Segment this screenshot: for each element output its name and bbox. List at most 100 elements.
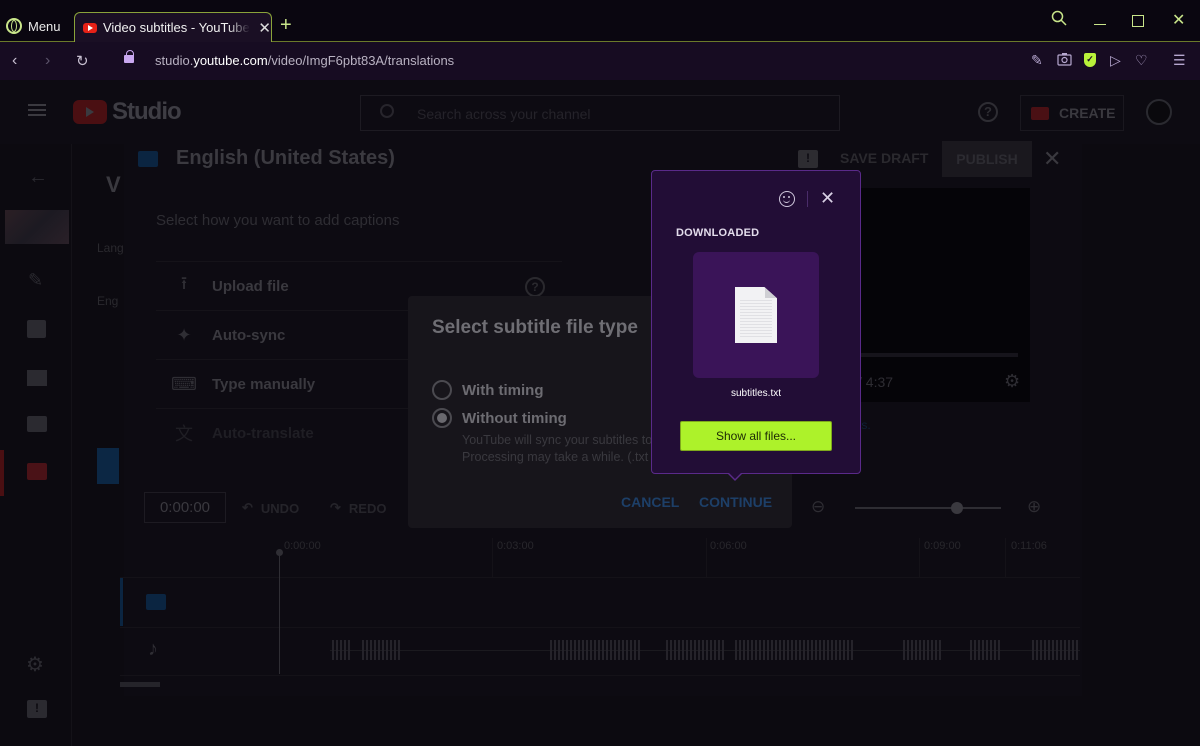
radio-with-timing[interactable] bbox=[432, 380, 452, 400]
back-arrow-icon[interactable]: ← bbox=[28, 166, 48, 189]
timeline-scrollbar[interactable] bbox=[120, 682, 160, 687]
music-note-icon: ♪ bbox=[148, 638, 158, 660]
redo-button[interactable]: ↷ REDO bbox=[330, 500, 386, 516]
timeline-zoom-slider[interactable] bbox=[855, 507, 1001, 509]
option-label: Type manually bbox=[212, 375, 316, 393]
timeline-playhead[interactable] bbox=[279, 550, 280, 674]
reload-icon[interactable]: ↻ bbox=[76, 52, 89, 70]
show-all-files-button[interactable]: Show all files... bbox=[680, 421, 832, 451]
timeline-tick: 0:00:00 bbox=[284, 540, 321, 552]
edit-details-icon[interactable]: ✎ bbox=[28, 270, 43, 291]
audio-waveform bbox=[666, 640, 726, 660]
settings-icon[interactable]: ⚙ bbox=[26, 652, 44, 677]
upload-help-icon[interactable]: ? bbox=[525, 277, 545, 297]
subtitles-nav-icon[interactable] bbox=[27, 463, 47, 480]
page-title-partial: V bbox=[106, 172, 121, 197]
account-avatar[interactable] bbox=[1146, 99, 1172, 125]
audio-track-divider bbox=[120, 627, 1080, 628]
zoom-in-icon[interactable]: ⊕ bbox=[1027, 497, 1041, 517]
opera-menu-button[interactable]: Menu bbox=[6, 14, 61, 38]
redo-icon: ↷ bbox=[330, 500, 341, 515]
heart-icon[interactable]: ♡ bbox=[1135, 52, 1148, 69]
downloaded-heading: DOWNLOADED bbox=[676, 227, 760, 239]
audio-waveform bbox=[550, 640, 642, 660]
search-placeholder: Search across your channel bbox=[417, 106, 591, 122]
active-nav-indicator bbox=[0, 450, 4, 496]
youtube-logo-icon[interactable] bbox=[73, 100, 107, 124]
save-draft-button[interactable]: SAVE DRAFT bbox=[840, 150, 928, 166]
hamburger-menu-icon[interactable] bbox=[28, 104, 46, 116]
option-label: Upload file bbox=[212, 277, 289, 295]
minimize-icon[interactable] bbox=[1094, 24, 1106, 25]
tab-title: Video subtitles - YouTube Studio bbox=[102, 20, 250, 35]
radio-label[interactable]: With timing bbox=[462, 382, 544, 399]
window-close-icon[interactable]: ✕ bbox=[1172, 10, 1185, 30]
screen: Menu Video subtitles - YouTube Studio ✕ … bbox=[0, 0, 1200, 746]
caption-track-icon bbox=[146, 594, 166, 610]
browser-tab-active[interactable]: Video subtitles - YouTube Studio ✕ bbox=[74, 12, 272, 42]
radio-label[interactable]: Without timing bbox=[462, 410, 567, 427]
forward-icon[interactable]: › bbox=[45, 52, 50, 70]
new-tab-button[interactable]: + bbox=[280, 14, 292, 37]
preview-duration: / 4:37 bbox=[858, 374, 894, 390]
audio-waveform bbox=[1032, 640, 1080, 660]
preview-progress-bar[interactable] bbox=[856, 353, 1018, 357]
timecode-input[interactable]: 0:00:00 bbox=[144, 492, 226, 523]
audio-waveform bbox=[735, 640, 855, 660]
camera-icon[interactable] bbox=[1057, 52, 1072, 69]
option-label: Auto-translate bbox=[212, 424, 314, 442]
tab-close-icon[interactable]: ✕ bbox=[258, 19, 271, 37]
tick-line bbox=[919, 538, 920, 578]
create-label: CREATE bbox=[1059, 105, 1116, 121]
dialog-description: YouTube will sync your subtitles to Proc… bbox=[462, 432, 652, 466]
easy-setup-icon[interactable]: ☰ bbox=[1173, 52, 1186, 69]
preview-settings-icon[interactable]: ⚙ bbox=[1004, 371, 1020, 392]
vpn-shield-icon[interactable]: ✓ bbox=[1084, 53, 1096, 67]
analytics-icon[interactable] bbox=[27, 320, 46, 338]
youtube-favicon-icon bbox=[83, 22, 97, 33]
video-thumbnail[interactable] bbox=[5, 210, 69, 244]
keyboard-icon: ⌨ bbox=[171, 373, 197, 394]
playhead-handle[interactable] bbox=[276, 549, 283, 556]
undo-label: UNDO bbox=[260, 500, 300, 516]
video-preview[interactable] bbox=[836, 188, 1030, 402]
lock-icon bbox=[124, 50, 134, 63]
create-button[interactable]: CREATE bbox=[1020, 95, 1124, 131]
captions-icon bbox=[138, 151, 158, 167]
send-feedback-icon[interactable]: ! bbox=[27, 700, 47, 718]
url-field[interactable]: studio.youtube.com/video/ImgF6pbt83A/tra… bbox=[155, 53, 454, 68]
smiley-feedback-icon[interactable] bbox=[779, 191, 795, 207]
translate-icon: 文 bbox=[175, 424, 193, 444]
tick-line bbox=[1005, 538, 1006, 578]
caption-method-instruction: Select how you want to add captions bbox=[156, 212, 400, 229]
language-row[interactable]: Eng bbox=[97, 294, 118, 308]
zoom-out-icon[interactable]: ⊖ bbox=[811, 497, 825, 517]
radio-without-timing[interactable] bbox=[432, 408, 452, 428]
send-icon[interactable]: ▷ bbox=[1110, 52, 1121, 69]
back-icon[interactable]: ‹ bbox=[12, 52, 17, 70]
undo-icon: ↶ bbox=[242, 500, 253, 515]
timeline-bottom-divider bbox=[120, 675, 1080, 676]
popup-arrow-inner bbox=[728, 472, 742, 479]
add-language-button[interactable] bbox=[97, 448, 119, 484]
editor-clapper-icon[interactable] bbox=[27, 370, 47, 386]
snap-edit-icon[interactable]: ✎ bbox=[1031, 52, 1043, 69]
feedback-icon[interactable]: ! bbox=[798, 150, 818, 168]
help-icon[interactable]: ? bbox=[978, 102, 998, 122]
popup-close-icon[interactable]: ✕ bbox=[820, 189, 835, 207]
popup-divider bbox=[807, 191, 808, 207]
comments-icon[interactable] bbox=[27, 416, 47, 432]
timeline-tick: 0:09:00 bbox=[924, 540, 961, 552]
publish-button[interactable]: PUBLISH bbox=[942, 141, 1032, 177]
timeline-tick: 0:11:06 bbox=[1011, 540, 1047, 552]
studio-logo-text: Studio bbox=[112, 98, 182, 125]
create-video-icon bbox=[1031, 106, 1049, 120]
maximize-icon[interactable] bbox=[1132, 15, 1144, 27]
undo-button[interactable]: ↶ UNDO bbox=[242, 500, 299, 516]
editor-close-icon[interactable]: ✕ bbox=[1043, 146, 1061, 172]
cancel-button[interactable]: CANCEL bbox=[621, 494, 679, 510]
continue-button[interactable]: CONTINUE bbox=[699, 494, 772, 510]
search-icon bbox=[380, 104, 394, 118]
downloaded-filename[interactable]: subtitles.txt bbox=[651, 388, 861, 399]
browser-search-icon[interactable] bbox=[1051, 10, 1067, 31]
